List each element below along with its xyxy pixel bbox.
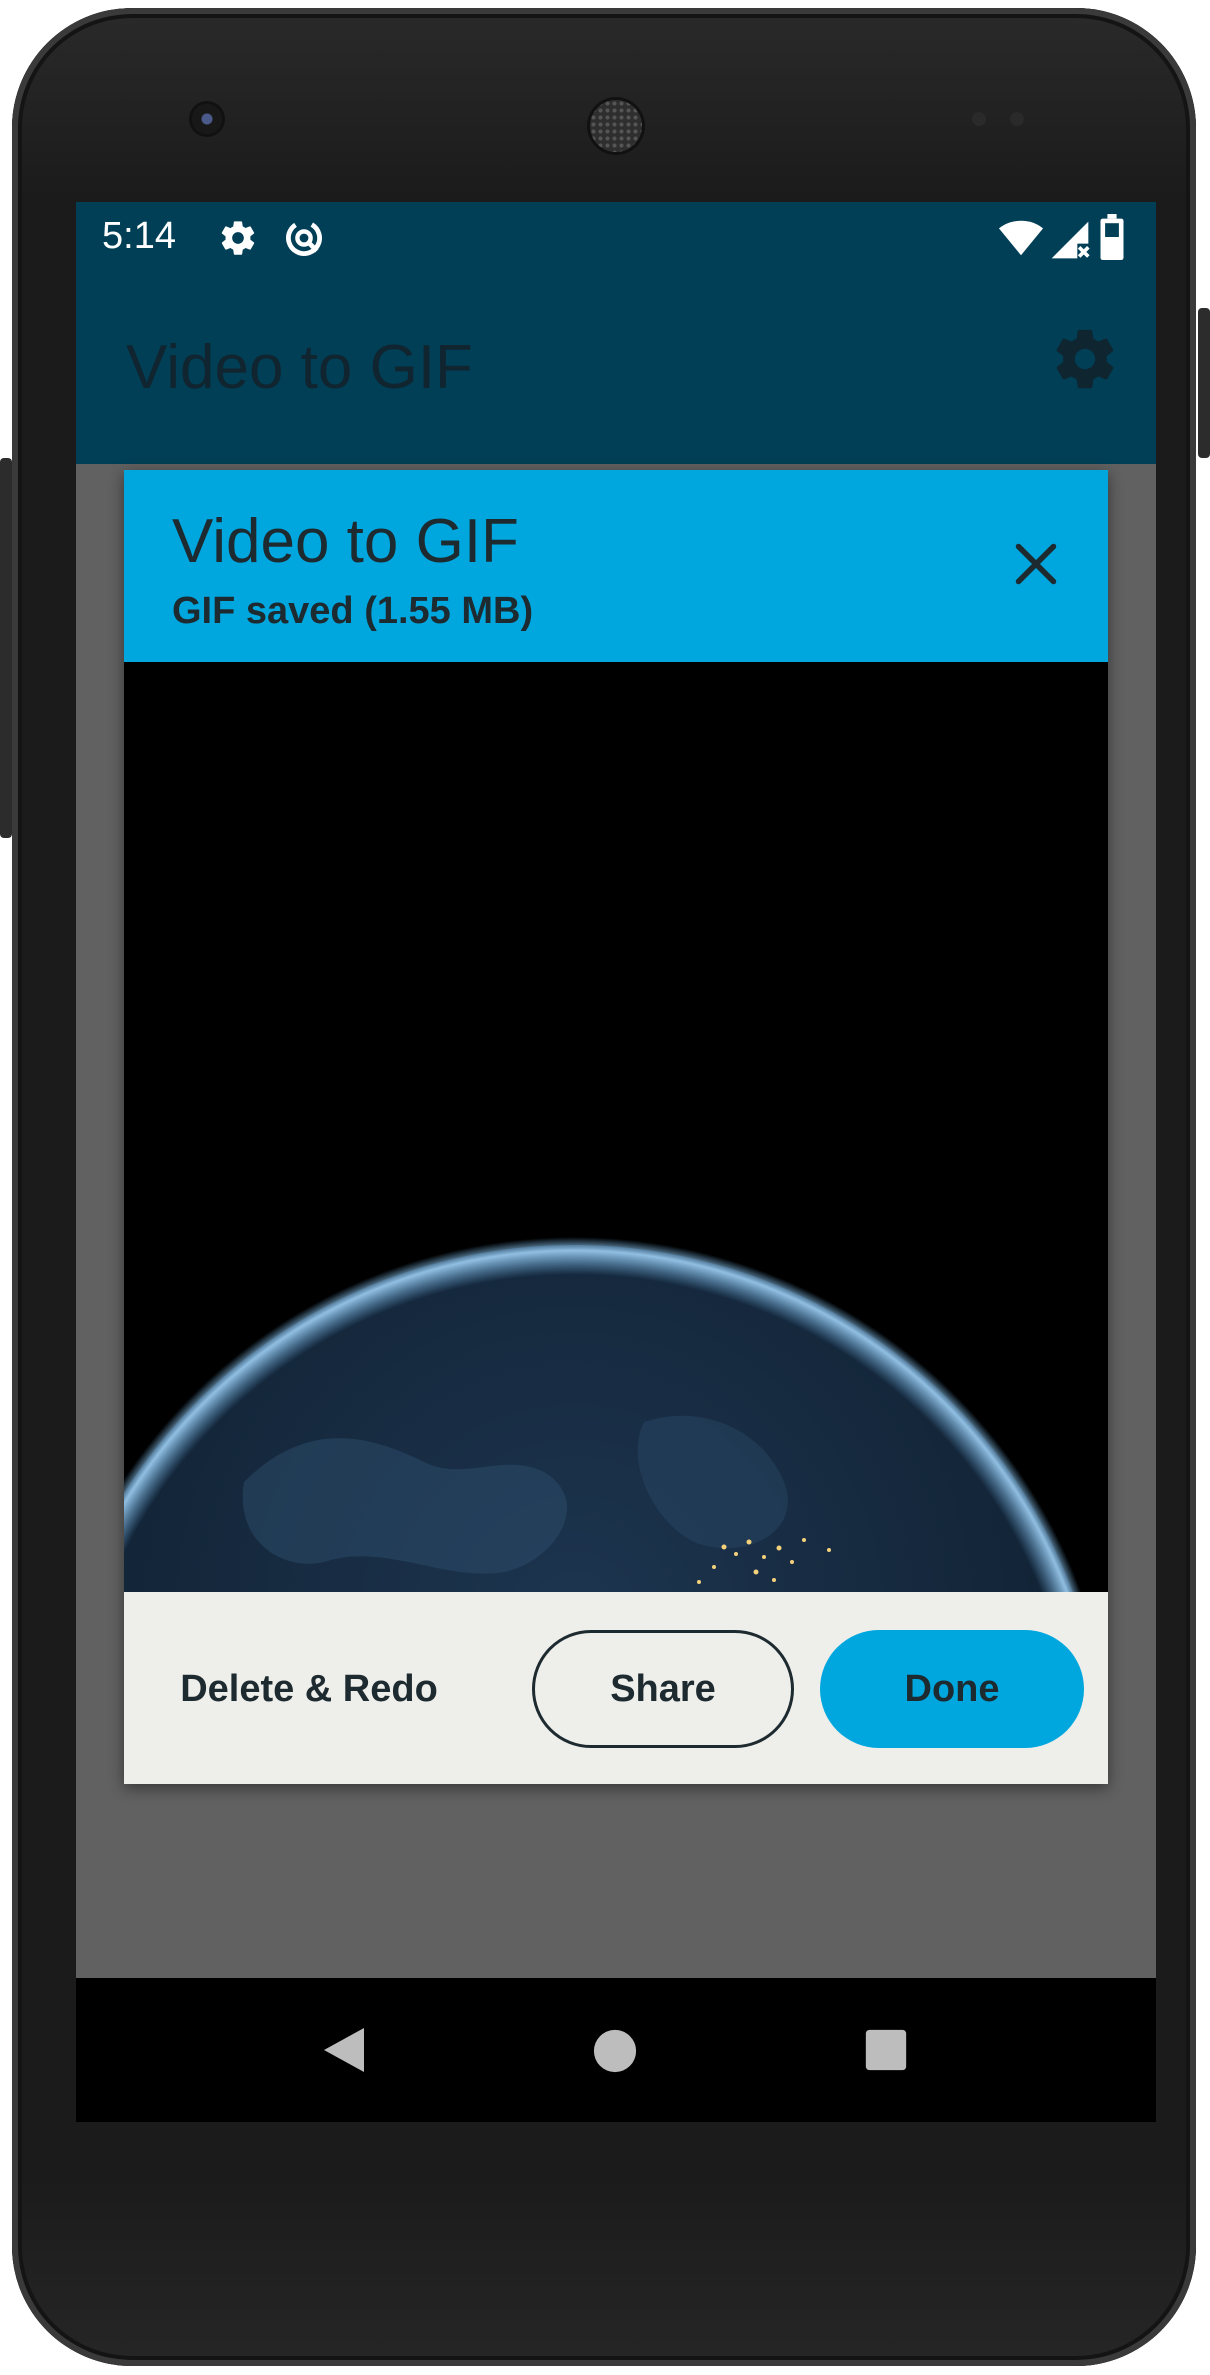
home-icon[interactable]: [592, 2028, 638, 2074]
status-time: 5:14: [102, 215, 176, 257]
earpiece-speaker: [590, 100, 642, 152]
done-button[interactable]: Done: [820, 1630, 1084, 1748]
power-button: [1198, 308, 1210, 458]
dialog-header: Video to GIF GIF saved (1.55 MB): [124, 470, 1108, 662]
front-camera: [192, 104, 222, 134]
proximity-sensor: [972, 112, 986, 126]
battery-icon: [1100, 214, 1124, 260]
back-icon[interactable]: [320, 2024, 368, 2076]
data-saver-icon: [286, 220, 322, 256]
light-sensor: [1010, 112, 1024, 126]
gif-preview: [124, 662, 1108, 1592]
dialog-actions: Delete & Redo Share Done: [124, 1592, 1108, 1784]
gear-icon[interactable]: [1050, 324, 1120, 394]
delete-redo-button[interactable]: Delete & Redo: [164, 1630, 454, 1748]
gif-saved-dialog: Video to GIF GIF saved (1.55 MB) Delete …: [124, 470, 1108, 1784]
volume-button: [0, 458, 12, 838]
app-title: Video to GIF: [126, 333, 473, 402]
earth-image: [124, 662, 1108, 1592]
app-bar: Video to GIF: [76, 274, 1156, 464]
cell-signal-no-service-icon: [1051, 221, 1090, 259]
status-bar: 5:14: [76, 202, 1156, 274]
phone-frame: 5:14 Video to GIF Video to GIF GIF saved…: [0, 8, 1210, 2366]
dialog-subtitle: GIF saved (1.55 MB): [172, 590, 534, 632]
share-button[interactable]: Share: [532, 1630, 794, 1748]
dialog-title: Video to GIF: [172, 507, 519, 576]
wifi-icon: [998, 220, 1044, 256]
gear-icon: [221, 221, 255, 255]
recents-icon[interactable]: [864, 2028, 908, 2072]
navigation-bar: [76, 1978, 1156, 2122]
screen: 5:14 Video to GIF Video to GIF GIF saved…: [76, 202, 1156, 2122]
close-icon[interactable]: [1006, 534, 1066, 594]
